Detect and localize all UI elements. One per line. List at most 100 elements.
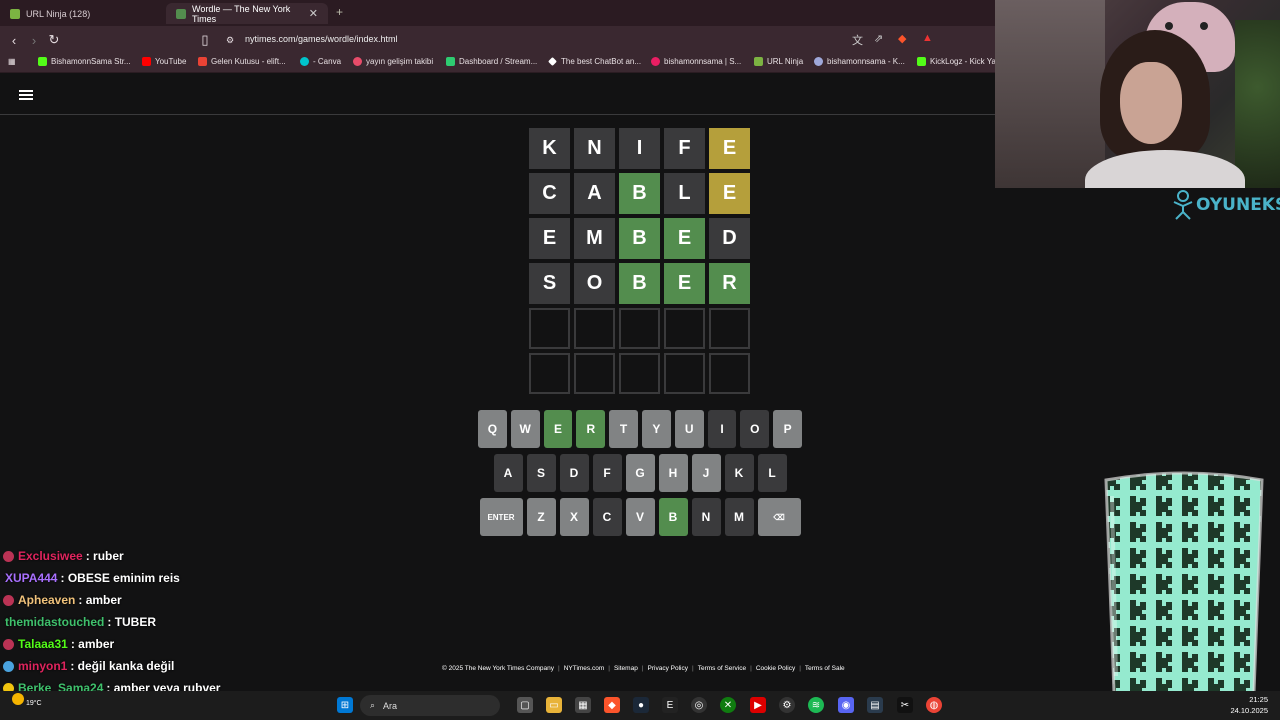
new-tab-icon[interactable]: + [336,5,343,19]
key-r[interactable]: R [576,410,606,448]
board-tile [529,308,570,349]
weather-widget[interactable]: 19°C [12,693,42,707]
key-v[interactable]: V [625,498,655,536]
key-h[interactable]: H [658,454,688,492]
bookmarks-bar: ▦ BishamonnSama Str... YouTube Gelen Kut… [0,53,1003,73]
bookmark-item[interactable]: KickLogz - Kick Ya... [917,57,1003,66]
taskbar-search[interactable]: ⌕ Ara [360,695,500,716]
bookmark-item[interactable]: - Canva [300,57,341,66]
chrome-icon[interactable]: ◍ [926,697,942,713]
footer-link[interactable]: Terms of Service [698,665,746,672]
bookmark-label: bishamonnsama | S... [664,57,742,66]
windows-start-icon[interactable]: ⊞ [337,697,353,713]
key-n[interactable]: N [691,498,721,536]
clock-date: 24.10.2025 [1230,706,1268,715]
url-ninja-favicon-icon [10,8,20,19]
key-p[interactable]: P [773,410,802,448]
store-icon[interactable]: ▦ [575,697,591,713]
obs-icon[interactable]: ◎ [691,697,707,713]
footer-link[interactable]: NYTimes.com [564,665,605,672]
system-clock[interactable]: 21:25 24.10.2025 [1230,694,1268,716]
apps-grid-icon[interactable]: ▦ [8,57,16,66]
capcut-icon[interactable]: ✂ [897,697,913,713]
board-tile: M [574,218,615,259]
bookmark-item[interactable]: bishamonnsama | S... [651,57,741,66]
footer-link[interactable]: Terms of Sale [805,665,845,672]
key-k[interactable]: K [724,454,754,492]
translate-icon[interactable]: 文 [852,32,863,48]
url-input[interactable]: nytimes.com/games/wordle/index.html [245,34,398,44]
settings-icon[interactable]: ⚙ [779,697,795,713]
key-d[interactable]: D [559,454,589,492]
bookmark-item[interactable]: yayın gelişim takibi [353,57,433,66]
gmail-icon [198,57,207,66]
bookmark-item[interactable]: YouTube [142,57,186,66]
bookmark-item[interactable]: URL Ninja [754,57,803,66]
key-a[interactable]: A [493,454,523,492]
tab-wordle[interactable]: Wordle — The New York Times ✕ [166,3,328,24]
brave-icon[interactable]: ◆ [604,697,620,713]
discord-icon[interactable]: ◉ [838,697,854,713]
menu-icon[interactable] [19,90,33,100]
key-b[interactable]: B [658,498,688,536]
key-t[interactable]: T [609,410,638,448]
youtube-icon [142,57,151,66]
keyboard-row: ENTER Z X C V B N M ⌫ [478,498,802,536]
app-icon[interactable]: ▤ [867,697,883,713]
key-i[interactable]: I [707,410,737,448]
key-o[interactable]: O [740,410,770,448]
chatbot-icon [548,57,557,66]
url-ninja-icon [754,57,763,66]
backspace-key[interactable]: ⌫ [757,498,801,536]
bookmark-item[interactable]: Dashboard / Stream... [446,57,537,66]
bookmark-item[interactable]: Gelen Kutusu - elift... [198,57,286,66]
key-y[interactable]: Y [642,410,671,448]
key-g[interactable]: G [625,454,655,492]
chat-text: : amber [70,637,115,651]
board-tile: E [709,173,750,214]
tab-url-ninja[interactable]: URL Ninja (128) [0,3,166,24]
close-tab-icon[interactable]: ✕ [309,7,318,20]
file-explorer-icon[interactable]: ▭ [546,697,562,713]
key-s[interactable]: S [526,454,556,492]
key-c[interactable]: C [592,498,622,536]
bookmark-icon[interactable]: ▯ [195,30,215,50]
chat-message: Talaaa31 : amber [0,633,300,655]
site-info-icon[interactable]: ⚙ [220,30,240,50]
key-f[interactable]: F [592,454,622,492]
epic-games-icon[interactable]: E [662,697,678,713]
riot-icon[interactable]: ▶ [750,697,766,713]
key-x[interactable]: X [559,498,589,536]
key-j[interactable]: J [691,454,721,492]
task-view-icon[interactable]: ▢ [517,697,533,713]
key-w[interactable]: W [510,410,540,448]
enter-key[interactable]: ENTER [479,498,523,536]
forward-icon[interactable]: › [24,30,44,50]
back-icon[interactable]: ‹ [4,30,24,50]
screen: URL Ninja (128) Wordle — The New York Ti… [0,0,1280,720]
key-q[interactable]: Q [478,410,507,448]
footer-link[interactable]: Privacy Policy [648,665,688,672]
reload-icon[interactable]: ↻ [44,30,64,50]
footer-link[interactable]: Cookie Policy [756,665,795,672]
key-z[interactable]: Z [526,498,556,536]
spotify-icon[interactable]: ≋ [808,697,824,713]
key-l[interactable]: L [757,454,787,492]
bookmark-item[interactable]: BishamonnSama Str... [38,57,131,66]
key-m[interactable]: M [724,498,754,536]
bookmark-item[interactable]: The best ChatBot an... [548,57,641,66]
key-u[interactable]: U [674,410,704,448]
footer-separator: | [557,665,560,672]
dashboard-icon [446,57,455,66]
footer-link[interactable]: Sitemap [614,665,638,672]
rewards-icon[interactable]: ▲ [922,32,933,44]
share-icon[interactable]: ⇗ [874,32,883,45]
steam-icon[interactable]: ● [633,697,649,713]
brave-shield-icon[interactable]: ◆ [898,32,906,45]
nyt-footer: © 2025 The New York Times Company | NYTime… [442,665,845,672]
bookmark-label: bishamonnsama - K... [827,57,905,66]
bookmark-label: URL Ninja [767,57,804,66]
bookmark-item[interactable]: bishamonnsama - K... [814,57,905,66]
key-e[interactable]: E [543,410,573,448]
xbox-icon[interactable]: ✕ [720,697,736,713]
